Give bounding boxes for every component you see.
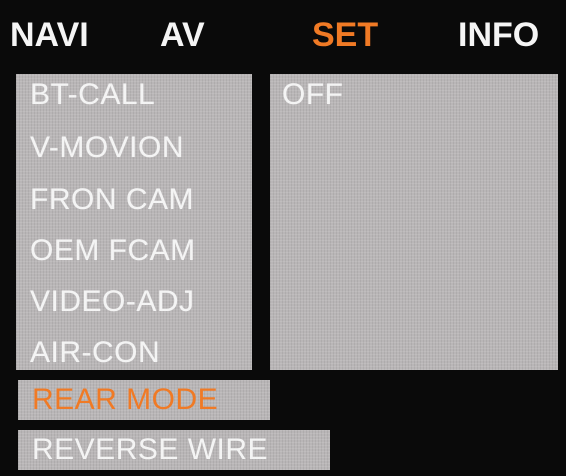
tab-av[interactable]: AV xyxy=(160,16,205,55)
menu-item-bt-call[interactable]: BT-CALL xyxy=(30,78,155,112)
menu-item-rear-mode[interactable]: REAR MODE xyxy=(18,380,270,420)
settings-screen: NAVI AV SET INFO BT-CALL V-MOVION FRON C… xyxy=(0,0,566,476)
tab-navi[interactable]: NAVI xyxy=(10,16,89,55)
tab-info[interactable]: INFO xyxy=(458,16,539,55)
menu-item-fron-cam[interactable]: FRON CAM xyxy=(30,183,194,217)
setting-value-panel xyxy=(270,74,558,370)
menu-item-reverse-wire[interactable]: REVERSE WIRE xyxy=(18,430,330,470)
tab-set[interactable]: SET xyxy=(312,16,378,55)
menu-item-video-adj[interactable]: VIDEO-ADJ xyxy=(30,285,195,319)
setting-value[interactable]: OFF xyxy=(282,78,344,112)
menu-item-air-con[interactable]: AIR-CON xyxy=(30,336,160,370)
menu-item-oem-fcam[interactable]: OEM FCAM xyxy=(30,234,196,268)
settings-menu-panel xyxy=(16,74,252,370)
menu-item-v-movion[interactable]: V-MOVION xyxy=(30,131,184,165)
